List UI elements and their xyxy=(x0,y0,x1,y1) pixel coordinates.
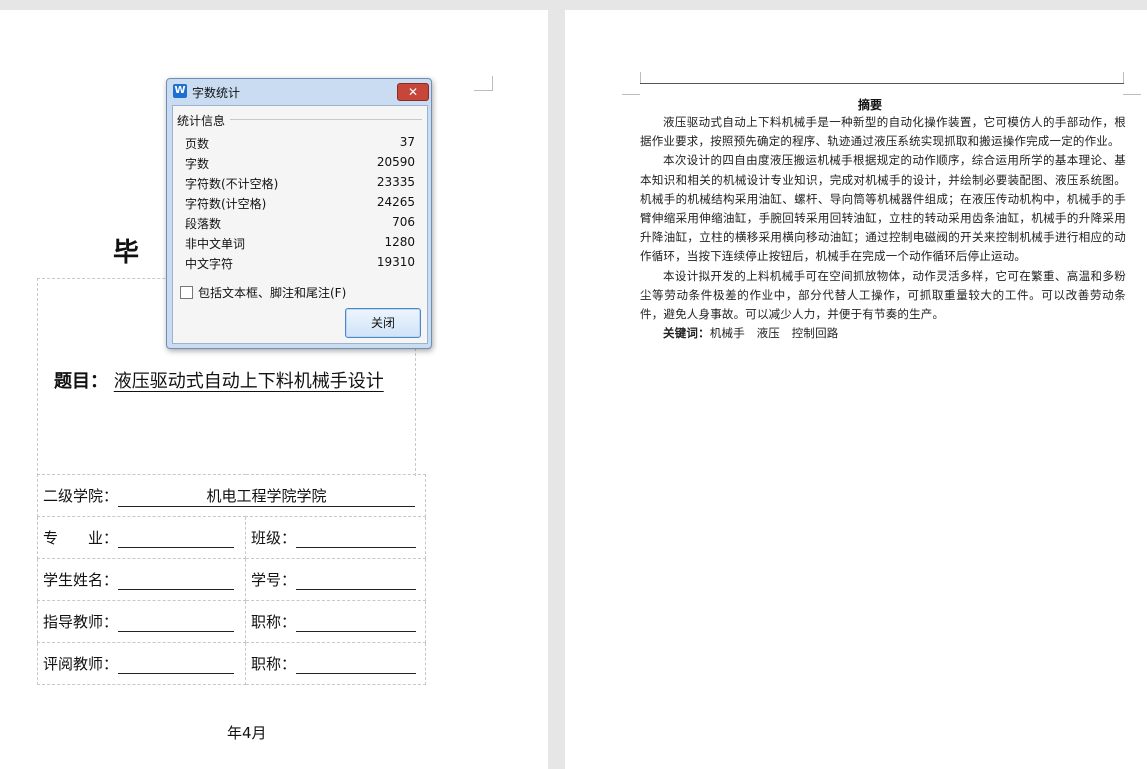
reviewer-blank xyxy=(118,657,235,674)
abstract-heading: 摘要 xyxy=(857,98,882,112)
abstract-paragraph: 本次设计的四自由度液压搬运机械手根据规定的动作顺序，综合运用所学的基本理论、基本… xyxy=(640,153,1126,264)
advisor-title-label: 职称： xyxy=(251,613,297,631)
table-row: 学生姓名： 学号： xyxy=(37,558,426,601)
student-name-label: 学生姓名： xyxy=(43,571,119,589)
stat-row-chars-with-spaces: 字符数(计空格) 24265 xyxy=(185,195,415,213)
stat-row-chinese-chars: 中文字符 19310 xyxy=(185,255,415,273)
student-id-blank xyxy=(296,573,417,590)
stat-value: 20590 xyxy=(376,155,415,169)
table-row: 二级学院： 机电工程学院学院 xyxy=(37,474,426,517)
table-row: 评阅教师： 职称： xyxy=(37,642,426,685)
stat-row-chars-no-spaces: 字符数(不计空格) 23335 xyxy=(185,175,415,193)
table-row: 专 业： 班级： xyxy=(37,516,426,559)
stat-value: 23335 xyxy=(376,175,415,189)
keywords-value: 机械手 液压 控制回路 xyxy=(709,326,839,341)
dialog-content: 统计信息 页数 37 字数 20590 字符数(不计空格) 23335 字符数(… xyxy=(172,105,428,344)
college-cell: 二级学院： 机电工程学院学院 xyxy=(37,474,426,517)
stat-value: 1280 xyxy=(384,235,415,249)
abstract-body[interactable]: 液压驱动式自动上下料机械手是一种新型的自动化操作装置，它可模仿人的手部动作，根据… xyxy=(640,113,1126,343)
stat-row-non-chinese-words: 非中文单词 1280 xyxy=(185,235,415,253)
title-text: 液压驱动式自动上下料机械手设计 xyxy=(113,371,384,392)
reviewer-cell: 评阅教师： xyxy=(37,642,246,685)
abstract-page: 摘要 液压驱动式自动上下料机械手是一种新型的自动化操作装置，它可模仿人的手部动作… xyxy=(565,10,1147,769)
abstract-paragraph: 本设计拟开发的上料机械手可在空间抓放物体，动作灵活多样，它可在繁重、高温和多粉尘… xyxy=(640,268,1126,322)
word-count-dialog[interactable]: W 字数统计 ✕ 统计信息 页数 37 字数 20590 字符数(不计空格) 2… xyxy=(166,78,432,349)
advisor-title-cell: 职称： xyxy=(245,600,426,643)
student-info-table: 二级学院： 机电工程学院学院 专 业： 班级： 学生姓名： 学号： 指导教师： 职… xyxy=(37,474,426,685)
cover-date: 年4月 xyxy=(227,724,267,742)
include-textboxes-label[interactable]: 包括文本框、脚注和尾注(F) xyxy=(198,284,346,301)
college-value: 机电工程学院学院 xyxy=(118,485,416,507)
stats-group-label: 统计信息 xyxy=(177,114,226,128)
close-button[interactable]: 关闭 xyxy=(345,308,421,338)
student-id-cell: 学号： xyxy=(245,558,426,601)
stat-value: 24265 xyxy=(376,195,415,209)
stat-label: 页数 xyxy=(185,137,210,151)
keywords-label: 关键词： xyxy=(663,326,710,341)
stat-row-words: 字数 20590 xyxy=(185,155,415,173)
stat-label: 字数 xyxy=(185,157,210,171)
stat-row-pages: 页数 37 xyxy=(185,135,415,153)
major-cell: 专 业： xyxy=(37,516,246,559)
major-label: 专 业： xyxy=(43,529,119,547)
stat-label: 段落数 xyxy=(185,217,222,231)
reviewer-label: 评阅教师： xyxy=(43,655,119,673)
stat-label: 字符数(计空格) xyxy=(185,197,267,211)
major-blank xyxy=(118,531,235,548)
margin-corner-mark xyxy=(622,80,640,95)
title-colon: ： xyxy=(90,371,108,392)
dialog-titlebar[interactable]: W 字数统计 ✕ xyxy=(167,79,431,103)
wps-writer-icon: W xyxy=(173,84,187,98)
stat-value: 706 xyxy=(392,215,415,229)
stat-label: 字符数(不计空格) xyxy=(185,177,279,191)
thesis-title: 题目： 液压驱动式自动上下料机械手设计 xyxy=(54,367,384,393)
group-divider xyxy=(230,119,422,120)
close-icon[interactable]: ✕ xyxy=(397,83,429,101)
student-name-blank xyxy=(118,573,235,590)
dialog-title: 字数统计 xyxy=(192,86,241,100)
margin-corner-mark xyxy=(1123,80,1141,95)
advisor-blank xyxy=(118,615,235,632)
keywords-line: 关键词：机械手 液压 控制回路 xyxy=(640,324,1126,343)
margin-corner-mark xyxy=(474,76,493,91)
reviewer-title-label: 职称： xyxy=(251,655,297,673)
stat-row-paragraphs: 段落数 706 xyxy=(185,215,415,233)
header-rule xyxy=(640,83,1124,84)
title-label: 题目 xyxy=(54,371,90,392)
college-label: 二级学院： xyxy=(43,486,119,505)
cover-heading-char: 毕 xyxy=(113,238,140,268)
reviewer-title-cell: 职称： xyxy=(245,642,426,685)
table-row: 指导教师： 职称： xyxy=(37,600,426,643)
stat-value: 37 xyxy=(399,135,415,149)
class-label: 班级： xyxy=(251,529,297,547)
student-name-cell: 学生姓名： xyxy=(37,558,246,601)
advisor-title-blank xyxy=(296,615,417,632)
reviewer-title-blank xyxy=(296,657,417,674)
stat-label: 非中文单词 xyxy=(185,237,246,251)
abstract-paragraph: 液压驱动式自动上下料机械手是一种新型的自动化操作装置，它可模仿人的手部动作，根据… xyxy=(640,115,1126,149)
advisor-label: 指导教师： xyxy=(43,613,119,631)
class-cell: 班级： xyxy=(245,516,426,559)
class-blank xyxy=(296,531,417,548)
advisor-cell: 指导教师： xyxy=(37,600,246,643)
stat-value: 19310 xyxy=(376,255,415,269)
student-id-label: 学号： xyxy=(251,571,297,589)
stat-label: 中文字符 xyxy=(185,257,234,271)
include-textboxes-checkbox[interactable] xyxy=(180,286,193,299)
